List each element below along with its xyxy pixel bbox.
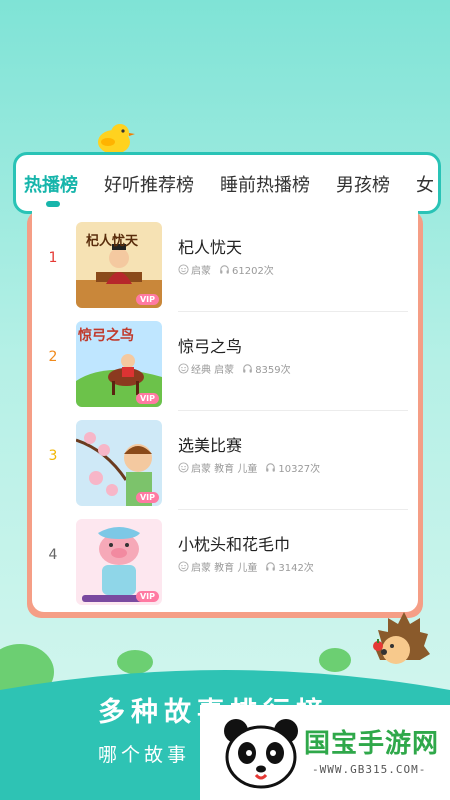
story-tags: 启蒙 教育 儿童	[191, 464, 258, 475]
story-title: 惊弓之鸟	[178, 337, 243, 356]
story-row[interactable]: 1 杞人忧天 VIP 杞人忧天 启蒙 61202次	[32, 212, 418, 312]
play-count: 3142次	[278, 563, 314, 574]
headphones-icon	[266, 463, 276, 472]
rank-number: 2	[48, 349, 58, 365]
story-row[interactable]: 3 VIP 选美比赛 启蒙 教育 儿童 10327次	[32, 410, 418, 510]
smile-icon	[178, 561, 189, 572]
bird-icon	[98, 124, 135, 154]
headphones-icon	[220, 265, 229, 274]
story-cover[interactable]: 惊弓之鸟 VIP	[76, 321, 162, 407]
play-count: 61202次	[232, 266, 274, 277]
story-cover[interactable]: VIP	[76, 519, 162, 605]
tab-recommended[interactable]: 好听推荐榜	[104, 171, 194, 197]
tab-girls[interactable]: 女	[416, 171, 434, 197]
story-meta: 经典 启蒙 8359次	[178, 361, 291, 376]
vip-badge: VIP	[135, 591, 159, 602]
vip-badge: VIP	[135, 393, 159, 404]
panda-logo-icon	[224, 719, 298, 789]
story-title: 小枕头和花毛巾	[178, 535, 291, 554]
story-meta: 启蒙 61202次	[178, 262, 274, 277]
ranking-tab-bar: 热播榜 好听推荐榜 睡前热播榜 男孩榜 女	[13, 152, 441, 214]
watermark-name: 国宝手游网	[304, 729, 440, 759]
story-meta: 启蒙 教育 儿童 3142次	[178, 559, 314, 574]
rank-number: 4	[48, 547, 58, 563]
story-list: 1 杞人忧天 VIP 杞人忧天 启蒙 61202次 2 惊弓之鸟 VIP 惊弓之…	[32, 210, 418, 612]
story-row[interactable]: 2 惊弓之鸟 VIP 惊弓之鸟 经典 启蒙 8359次	[32, 311, 418, 411]
tab-hot[interactable]: 热播榜	[24, 171, 78, 197]
cover-title: 惊弓之鸟	[78, 328, 134, 344]
active-tab-indicator	[46, 201, 60, 207]
tab-bedtime[interactable]: 睡前热播榜	[220, 171, 310, 197]
headphones-icon	[266, 562, 276, 571]
play-count: 8359次	[255, 365, 291, 376]
smile-icon	[178, 462, 189, 473]
smile-icon	[178, 264, 189, 275]
story-title: 杞人忧天	[178, 238, 243, 257]
rank-number: 3	[48, 448, 58, 464]
story-cover[interactable]: 杞人忧天 VIP	[76, 222, 162, 308]
play-count: 10327次	[278, 464, 321, 475]
banner-subline: 哪个故事	[98, 744, 191, 766]
watermark: 国宝手游网 -WWW.GB315.COM-	[200, 705, 450, 800]
story-tags: 经典 启蒙	[191, 365, 235, 376]
story-tags: 启蒙	[191, 266, 211, 277]
smile-icon	[178, 363, 189, 374]
story-list-frame: 1 杞人忧天 VIP 杞人忧天 启蒙 61202次 2 惊弓之鸟 VIP 惊弓之…	[27, 210, 423, 618]
tab-boys[interactable]: 男孩榜	[336, 171, 390, 197]
story-cover[interactable]: VIP	[76, 420, 162, 506]
screen: 热播榜 好听推荐榜 睡前热播榜 男孩榜 女 1 杞人忧天 VIP 杞人忧天 启蒙…	[0, 0, 450, 800]
vip-badge: VIP	[135, 492, 159, 503]
story-title: 选美比赛	[178, 436, 243, 455]
story-meta: 启蒙 教育 儿童 10327次	[178, 460, 320, 475]
vip-badge: VIP	[135, 294, 159, 305]
watermark-url: -WWW.GB315.COM-	[312, 763, 427, 776]
headphones-icon	[243, 364, 252, 373]
rank-number: 1	[48, 250, 58, 266]
story-tags: 启蒙 教育 儿童	[191, 563, 258, 574]
story-row[interactable]: 4 VIP 小枕头和花毛巾 启蒙 教育 儿童 3142次	[32, 509, 418, 605]
cover-title: 杞人忧天	[86, 234, 139, 249]
